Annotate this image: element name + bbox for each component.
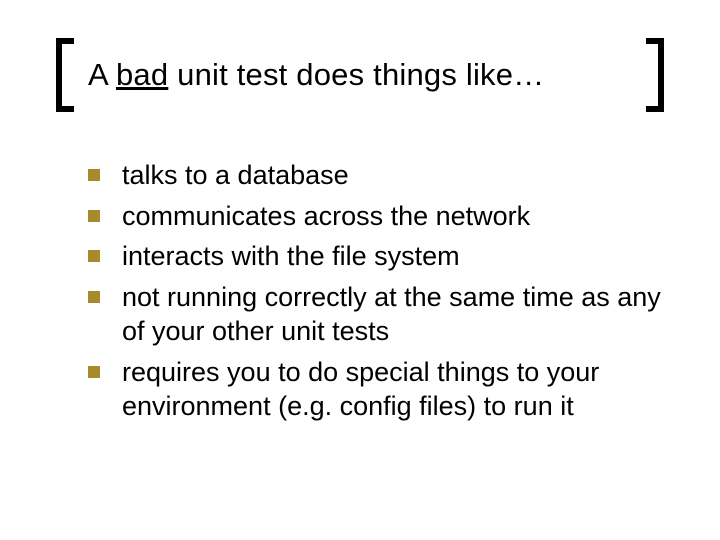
- list-item-text: requires you to do special things to you…: [122, 355, 672, 424]
- list-item-text: communicates across the network: [122, 199, 530, 234]
- right-bracket-icon: [646, 38, 664, 112]
- left-bracket-icon: [56, 38, 74, 112]
- list-item-text: interacts with the file system: [122, 239, 460, 274]
- list-item: requires you to do special things to you…: [88, 355, 672, 424]
- slide-title: A bad unit test does things like…: [74, 56, 646, 93]
- list-item-text: not running correctly at the same time a…: [122, 280, 672, 349]
- title-pre: A: [88, 57, 116, 92]
- square-bullet-icon: [88, 250, 100, 262]
- list-item: interacts with the file system: [88, 239, 672, 274]
- title-post: unit test does things like…: [168, 57, 544, 92]
- title-bad: bad: [116, 57, 168, 92]
- list-item-text: talks to a database: [122, 158, 349, 193]
- square-bullet-icon: [88, 169, 100, 181]
- title-row: A bad unit test does things like…: [56, 38, 664, 112]
- square-bullet-icon: [88, 210, 100, 222]
- list-item: not running correctly at the same time a…: [88, 280, 672, 349]
- bullet-list: talks to a database communicates across …: [88, 158, 672, 430]
- list-item: communicates across the network: [88, 199, 672, 234]
- list-item: talks to a database: [88, 158, 672, 193]
- square-bullet-icon: [88, 366, 100, 378]
- slide: A bad unit test does things like… talks …: [0, 0, 720, 540]
- square-bullet-icon: [88, 291, 100, 303]
